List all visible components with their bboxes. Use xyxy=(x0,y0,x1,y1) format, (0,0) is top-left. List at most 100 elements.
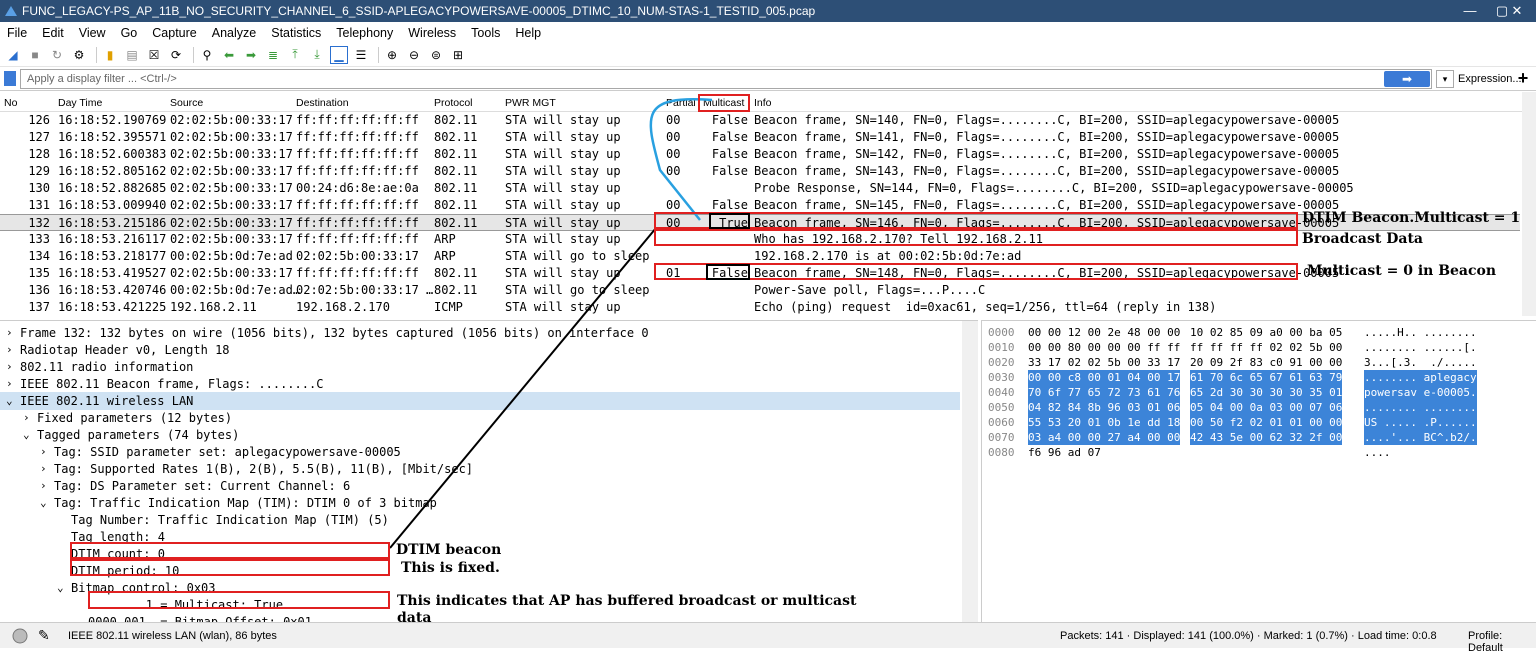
menu-go[interactable]: Go xyxy=(121,26,138,40)
resize-columns-icon[interactable]: ⊞ xyxy=(449,46,467,64)
packet-row[interactable]: 126 16:18:52.190769 02:02:5b:00:33:17 ff:ff… xyxy=(0,112,1520,129)
find-packet-icon[interactable]: ⚲ xyxy=(198,46,216,64)
packet-list-scrollbar[interactable] xyxy=(1522,92,1536,316)
column-time[interactable]: Day Time xyxy=(58,97,102,109)
detail-tree-item[interactable]: › Fixed parameters (12 bytes) xyxy=(0,409,960,427)
menu-analyze[interactable]: Analyze xyxy=(212,26,256,40)
menu-capture[interactable]: Capture xyxy=(152,26,196,40)
filter-history-dropdown[interactable]: ▾ xyxy=(1436,70,1454,88)
detail-tree-item[interactable]: › Tag: DS Parameter set: Current Channel:… xyxy=(0,477,960,495)
expert-info-icon[interactable] xyxy=(12,628,28,644)
go-forward-icon[interactable]: ➡ xyxy=(242,46,260,64)
packet-cell-no: 129 xyxy=(28,164,50,178)
hex-asc: powersav e-00005. xyxy=(1364,385,1477,400)
detail-tree-item[interactable]: › Radiotap Header v0, Length 18 xyxy=(0,341,960,359)
status-profile[interactable]: Profile: Default xyxy=(1468,630,1536,654)
go-back-icon[interactable]: ⬅ xyxy=(220,46,238,64)
packet-cell-info: Beacon frame, SN=143, FN=0, Flags=......… xyxy=(754,164,1340,178)
column-pwr-mgt[interactable]: PWR MGT xyxy=(505,97,556,109)
packet-cell-no: 135 xyxy=(28,266,50,280)
chevron-down-icon[interactable]: ⌄ xyxy=(23,426,30,444)
chevron-right-icon[interactable]: › xyxy=(40,443,47,461)
apply-filter-button[interactable]: ➡ xyxy=(1384,71,1430,87)
chevron-right-icon[interactable]: › xyxy=(40,477,47,495)
menu-tools[interactable]: Tools xyxy=(471,26,500,40)
expression-button[interactable]: Expression... xyxy=(1458,69,1522,89)
window-title: FUNC_LEGACY-PS_AP_11B_NO_SECURITY_CHANNE… xyxy=(22,4,816,18)
packet-cell-partial: 00 xyxy=(666,113,681,127)
packet-row[interactable]: 127 16:18:52.395571 02:02:5b:00:33:17 ff:ff… xyxy=(0,129,1520,146)
packet-row[interactable]: 130 16:18:52.882685 02:02:5b:00:33:17 00:24… xyxy=(0,180,1520,197)
menu-statistics[interactable]: Statistics xyxy=(271,26,321,40)
annotation-box-true xyxy=(709,213,750,229)
zoom-in-icon[interactable]: ⊕ xyxy=(383,46,401,64)
packet-cell-pwr: STA will stay up xyxy=(505,232,621,246)
packet-cell-dst: ff:ff:ff:ff:ff:ff xyxy=(296,266,419,280)
packet-cell-time: 16:18:53.216117 xyxy=(58,232,167,246)
edit-comment-icon[interactable]: ✎ xyxy=(38,627,50,644)
packet-row[interactable]: 136 16:18:53.420746 00:02:5b:0d:7e:ad… 02:0… xyxy=(0,282,1520,299)
stop-capture-icon[interactable]: ■ xyxy=(26,46,44,64)
detail-tree-item[interactable]: ⌄ Tagged parameters (74 bytes) xyxy=(0,426,960,444)
packet-row[interactable]: 128 16:18:52.600383 02:02:5b:00:33:17 ff:ff… xyxy=(0,146,1520,163)
menu-wireless[interactable]: Wireless xyxy=(408,26,456,40)
column-source[interactable]: Source xyxy=(170,97,203,109)
column-info[interactable]: Info xyxy=(754,97,772,109)
detail-tree-item[interactable]: Tag Number: Traffic Indication Map (TIM)… xyxy=(0,511,960,529)
bookmark-icon[interactable] xyxy=(4,71,16,86)
reload-icon[interactable]: ⟳ xyxy=(167,46,185,64)
zoom-out-icon[interactable]: ⊖ xyxy=(405,46,423,64)
detail-tree-item[interactable]: ⌄ Tag: Traffic Indication Map (TIM): DTIM… xyxy=(0,494,960,512)
restart-capture-icon[interactable]: ↻ xyxy=(48,46,66,64)
details-scrollbar[interactable] xyxy=(962,321,978,622)
chevron-right-icon[interactable]: › xyxy=(6,375,13,393)
autoscroll-icon[interactable]: ▁ xyxy=(330,45,348,64)
chevron-down-icon[interactable]: ⌄ xyxy=(40,494,47,512)
packet-row[interactable]: 129 16:18:52.805162 02:02:5b:00:33:17 ff:ff… xyxy=(0,163,1520,180)
column-no[interactable]: No xyxy=(4,97,17,109)
status-packets: Packets: 141 · Displayed: 141 (100.0%) ·… xyxy=(1060,630,1437,642)
zoom-normal-icon[interactable]: ⊜ xyxy=(427,46,445,64)
first-packet-icon[interactable]: ⤒ xyxy=(286,46,304,64)
start-capture-icon[interactable]: ◢ xyxy=(4,46,22,64)
menu-help[interactable]: Help xyxy=(515,26,541,40)
close-button[interactable]: ✕ xyxy=(1498,0,1536,22)
menu-telephony[interactable]: Telephony xyxy=(336,26,393,40)
chevron-right-icon[interactable]: › xyxy=(6,358,13,376)
column-destination[interactable]: Destination xyxy=(296,97,349,109)
detail-tree-item[interactable]: › Tag: SSID parameter set: aplegacypowers… xyxy=(0,443,960,461)
display-filter-input[interactable]: Apply a display filter ... <Ctrl-/> xyxy=(20,69,1432,89)
menu-file[interactable]: File xyxy=(7,26,27,40)
save-file-icon[interactable]: ▤ xyxy=(123,46,141,64)
chevron-right-icon[interactable]: › xyxy=(6,324,13,342)
detail-tree-item[interactable]: ⌄ IEEE 802.11 wireless LAN xyxy=(0,392,960,410)
chevron-down-icon[interactable]: ⌄ xyxy=(6,392,13,410)
add-filter-button[interactable]: + xyxy=(1514,68,1532,89)
colorize-icon[interactable]: ☰ xyxy=(352,46,370,64)
chevron-right-icon[interactable]: › xyxy=(40,460,47,478)
detail-tree-item[interactable]: › 802.11 radio information xyxy=(0,358,960,376)
last-packet-icon[interactable]: ⤓ xyxy=(308,46,326,64)
go-to-packet-icon[interactable]: ≣ xyxy=(264,46,282,64)
annotation-box-multicast-true xyxy=(88,591,390,609)
packet-cell-proto: 802.11 xyxy=(434,113,478,127)
capture-options-icon[interactable]: ⚙ xyxy=(70,46,88,64)
menu-view[interactable]: View xyxy=(79,26,106,40)
detail-tree-item[interactable]: 0000 001. = Bitmap Offset: 0x01 xyxy=(0,613,960,622)
menu-edit[interactable]: Edit xyxy=(42,26,64,40)
packet-row[interactable]: 137 16:18:53.421225 192.168.2.11 192.168.2.… xyxy=(0,299,1520,316)
detail-tree-item[interactable]: › IEEE 802.11 Beacon frame, Flags: ......… xyxy=(0,375,960,393)
menu-bar: File Edit View Go Capture Analyze Statis… xyxy=(0,22,1536,43)
annotation-multicast-zero: Multicast = 0 in Beacon xyxy=(1307,263,1497,279)
detail-tree-item[interactable]: › Frame 132: 132 bytes on wire (1056 bits… xyxy=(0,324,960,342)
chevron-down-icon[interactable]: ⌄ xyxy=(57,579,64,597)
detail-tree-item[interactable]: › Tag: Supported Rates 1(B), 2(B), 5.5(B)… xyxy=(0,460,960,478)
open-file-icon[interactable]: ▮ xyxy=(101,46,119,64)
column-partial[interactable]: Partial xyxy=(666,97,696,109)
chevron-right-icon[interactable]: › xyxy=(23,409,30,427)
packet-cell-mc: False xyxy=(711,113,748,127)
minimize-button[interactable]: — xyxy=(1450,0,1490,22)
column-protocol[interactable]: Protocol xyxy=(434,97,473,109)
close-file-icon[interactable]: ☒ xyxy=(145,46,163,64)
chevron-right-icon[interactable]: › xyxy=(6,341,13,359)
